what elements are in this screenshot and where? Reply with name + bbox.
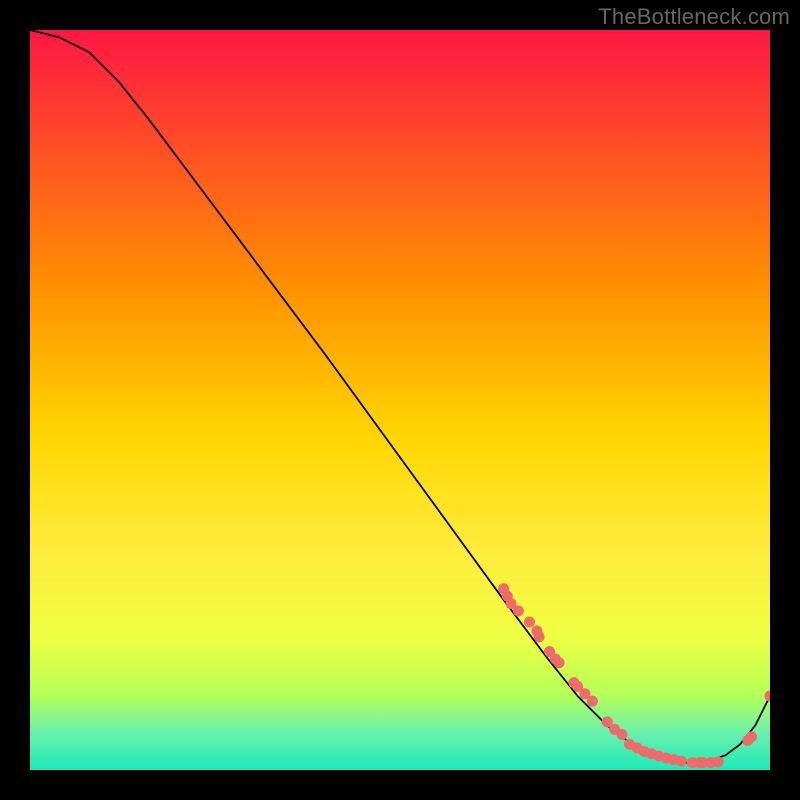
data-point [713,756,724,767]
gradient-background [30,30,770,770]
data-point [513,605,524,616]
data-point [587,696,598,707]
data-point [617,729,628,740]
data-point [534,631,545,642]
plot-area [30,30,770,770]
data-point [676,756,687,767]
watermark-text: TheBottleneck.com [598,4,790,30]
data-point [554,657,565,668]
chart-container: TheBottleneck.com [0,0,800,800]
data-point [524,617,535,628]
data-point [746,731,757,742]
